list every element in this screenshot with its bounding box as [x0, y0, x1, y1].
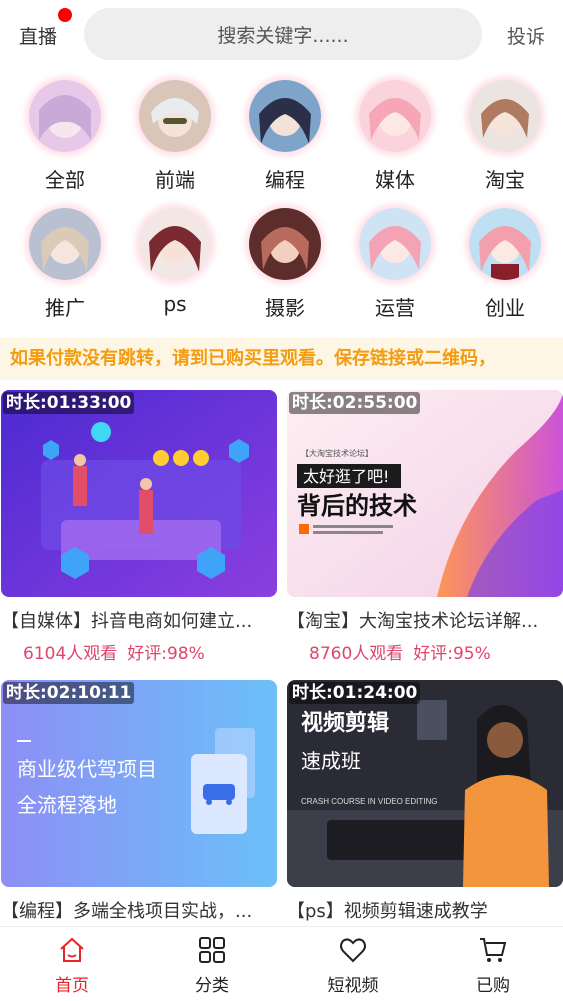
video-thumbnail[interactable]: 【大淘宝技术论坛】 太好逛了吧! 背后的技术 时长:02:55:00 [287, 390, 563, 597]
video-stats: 6104人观看 好评:98% [1, 639, 277, 664]
category-item-media[interactable]: 媒体 [340, 80, 450, 193]
category-item-operations[interactable]: 运营 [340, 208, 450, 321]
category-avatar [29, 208, 101, 280]
view-count: 8760人观看 [309, 644, 404, 664]
category-avatar [469, 208, 541, 280]
category-avatar [139, 80, 211, 152]
category-label: 摄影 [265, 296, 305, 320]
category-item-all[interactable]: 全部 [10, 80, 120, 193]
category-avatar [469, 80, 541, 152]
bottom-tab-bar: 首页 分类 短视频 已购 [0, 926, 563, 1001]
video-title[interactable]: 【淘宝】大淘宝技术论坛详解... [287, 607, 563, 633]
category-label: 推广 [45, 296, 85, 320]
category-label: 编程 [265, 168, 305, 192]
tab-purchased[interactable]: 已购 [448, 935, 538, 996]
live-notification-dot [58, 8, 72, 22]
category-avatar [249, 80, 321, 152]
rating: 好评:95% [413, 644, 491, 664]
category-avatar [139, 208, 211, 280]
category-avatar [29, 80, 101, 152]
thumb-line1: 商业级代驾项目 [17, 757, 157, 781]
category-item-taobao[interactable]: 淘宝 [450, 80, 560, 193]
notice-banner: 如果付款没有跳转，请到已购买里观看。保存链接或二维码， [0, 338, 563, 380]
category-label: 全部 [45, 168, 85, 192]
video-card[interactable]: 时长:01:33:00 【自媒体】抖音电商如何建立... 6104人观看 好评:9… [1, 390, 277, 664]
category-item-frontend[interactable]: 前端 [120, 80, 230, 193]
duration-badge: 时长:01:24:00 [289, 682, 421, 704]
category-item-promotion[interactable]: 推广 [10, 208, 120, 321]
thumb-main-text: 背后的技术 [297, 492, 417, 520]
complain-button[interactable]: 投诉 [507, 22, 545, 49]
video-thumbnail[interactable]: 视频剪辑 速成班 CRASH COURSE IN VIDEO EDITING 时… [287, 680, 563, 887]
category-item-ps[interactable]: ps [120, 208, 230, 316]
tab-category[interactable]: 分类 [167, 935, 257, 996]
cart-icon [480, 938, 507, 962]
category-item-startup[interactable]: 创业 [450, 208, 560, 321]
tab-label: 首页 [55, 976, 89, 996]
video-stats: 8760人观看 好评:95% [287, 639, 563, 664]
category-label: 创业 [485, 296, 525, 320]
thumb-line2: 全流程落地 [17, 793, 117, 817]
search-placeholder: 搜索关键字...... [217, 24, 349, 47]
heart-icon [340, 938, 366, 963]
tab-label: 分类 [195, 976, 229, 996]
category-label: 运营 [375, 296, 415, 320]
grid-icon [199, 937, 225, 963]
thumb-line2: 速成班 [301, 749, 361, 773]
top-header: 直播 搜索关键字...... 投诉 [0, 0, 563, 70]
video-card[interactable]: 视频剪辑 速成班 CRASH COURSE IN VIDEO EDITING 时… [287, 680, 563, 923]
category-avatar [249, 208, 321, 280]
category-label: ps [163, 292, 187, 316]
video-card[interactable]: 【大淘宝技术论坛】 太好逛了吧! 背后的技术 时长:02:55:00 【淘宝】大… [287, 390, 563, 664]
home-icon [60, 937, 84, 962]
duration-badge: 时长:02:10:11 [3, 682, 135, 704]
tab-label: 短视频 [327, 976, 379, 996]
rating: 好评:98% [127, 644, 205, 664]
thumb-small-text: 【大淘宝技术论坛】 [301, 448, 373, 458]
view-count: 6104人观看 [23, 644, 118, 664]
video-title[interactable]: 【自媒体】抖音电商如何建立... [1, 607, 277, 633]
duration-badge: 时长:01:33:00 [3, 392, 135, 414]
tab-label: 已购 [476, 976, 510, 996]
thumb-line1: 视频剪辑 [301, 710, 389, 736]
category-label: 媒体 [375, 168, 415, 192]
live-button[interactable]: 直播 [19, 22, 57, 49]
tab-home[interactable]: 首页 [27, 935, 117, 996]
tab-short-video[interactable]: 短视频 [308, 935, 398, 996]
duration-badge: 时长:02:55:00 [289, 392, 421, 414]
video-title[interactable]: 【ps】视频剪辑速成教学 [287, 897, 563, 923]
category-label: 前端 [155, 168, 195, 192]
video-card[interactable]: 商业级代驾项目 全流程落地 时长:02:10:11 【编程】多端全栈项目实战，.… [1, 680, 277, 923]
category-item-programming[interactable]: 编程 [230, 80, 340, 193]
thumb-banner-text: 太好逛了吧! [303, 467, 389, 486]
search-bar[interactable]: 搜索关键字...... [84, 8, 482, 60]
video-thumbnail[interactable]: 商业级代驾项目 全流程落地 时长:02:10:11 [1, 680, 277, 887]
video-thumbnail[interactable]: 时长:01:33:00 [1, 390, 277, 597]
category-label: 淘宝 [485, 168, 525, 192]
thumb-line3: CRASH COURSE IN VIDEO EDITING [301, 797, 437, 806]
category-avatar [359, 80, 431, 152]
category-avatar [359, 208, 431, 280]
video-title[interactable]: 【编程】多端全栈项目实战，... [1, 897, 277, 923]
category-item-photography[interactable]: 摄影 [230, 208, 340, 321]
